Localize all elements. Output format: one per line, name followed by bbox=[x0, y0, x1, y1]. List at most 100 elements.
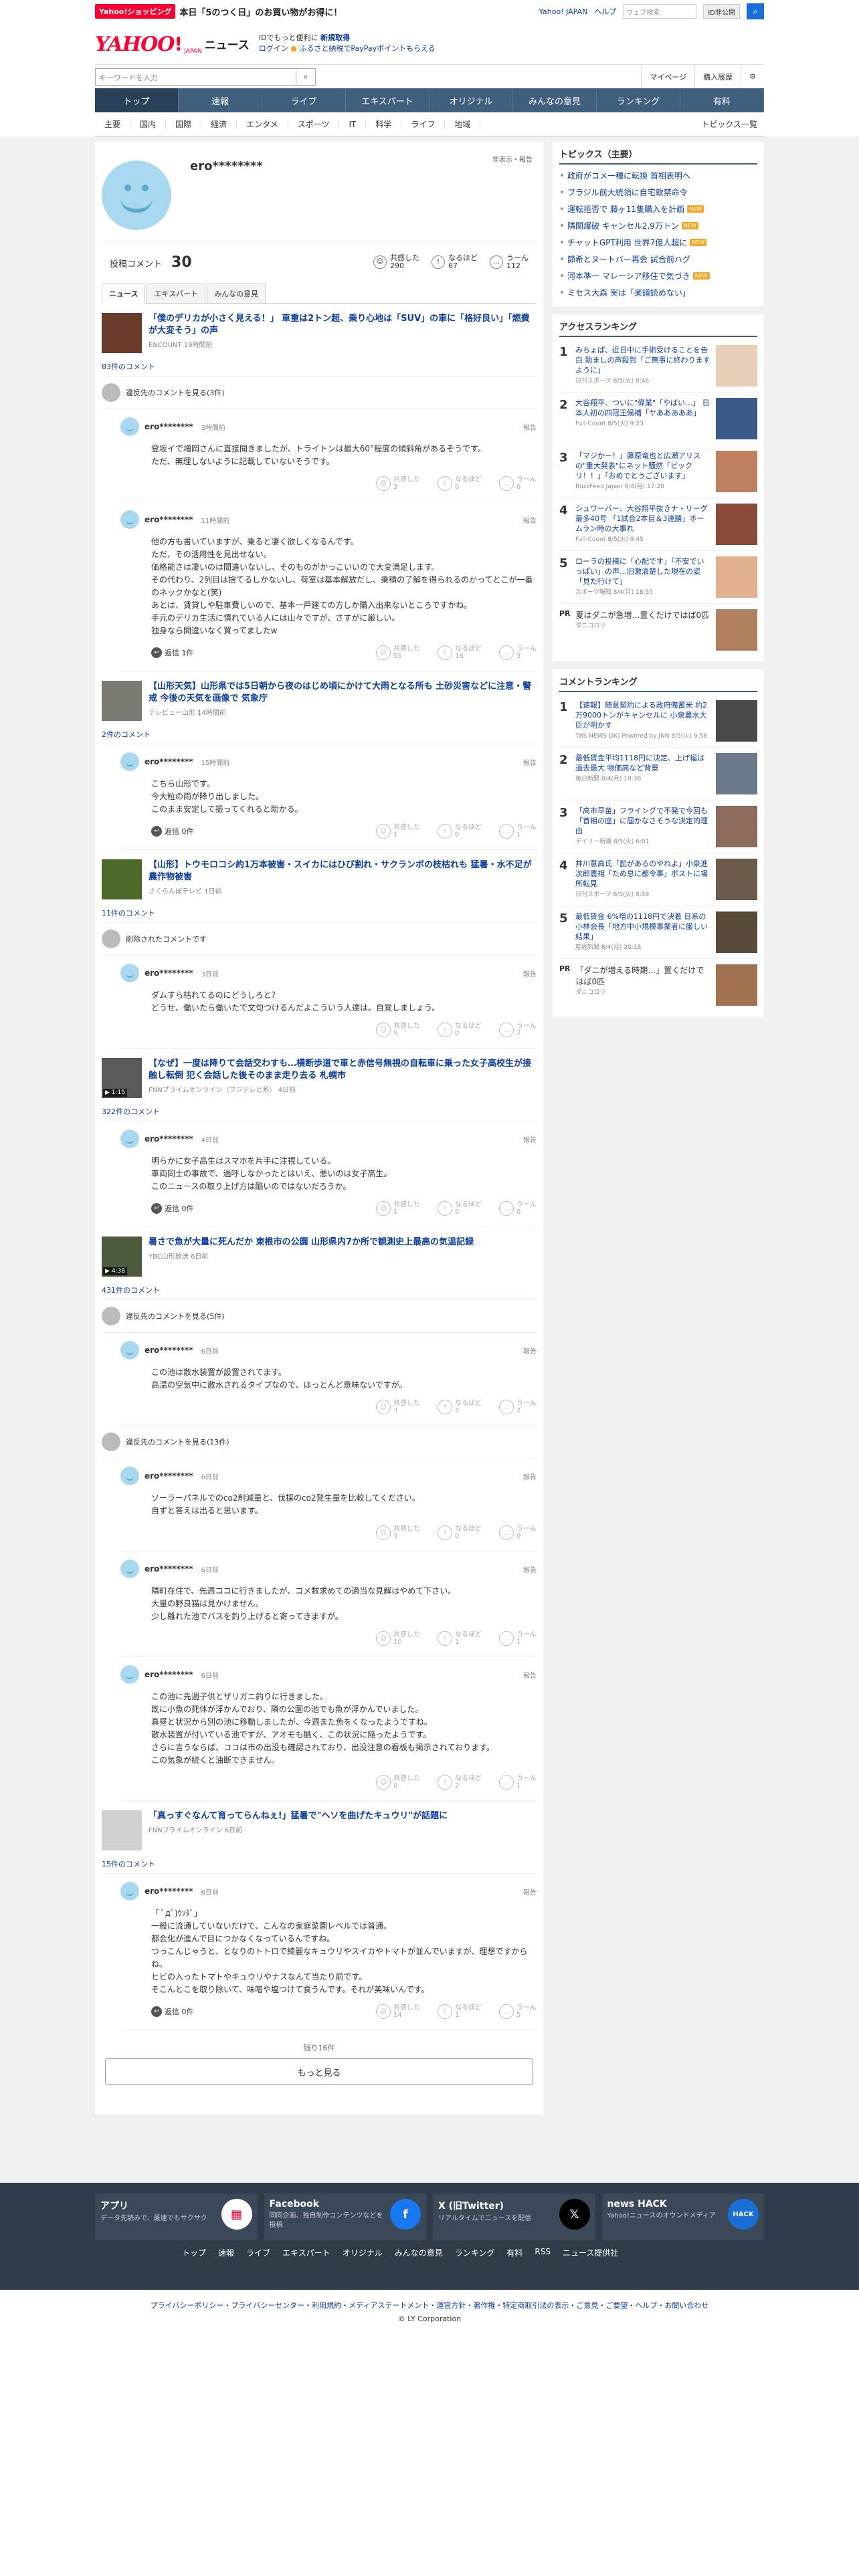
rank-thumbnail[interactable] bbox=[716, 398, 757, 439]
web-search-input[interactable]: ウェブ検索 bbox=[623, 4, 697, 19]
reaction-button-0[interactable]: ☺ 共感した 14 bbox=[376, 2004, 420, 2019]
ranking-item[interactable]: 2 最低賃金平均1118円に決定、上げ幅は過去最大 物価高など背景 毎日新聞 8/4… bbox=[559, 748, 757, 800]
reaction-button-0[interactable]: ☺ 共感した 1 bbox=[376, 1201, 420, 1216]
rank-thumbnail[interactable] bbox=[716, 451, 757, 492]
topic-title[interactable]: 隣関爆破 キャンセル2.9万トン bbox=[567, 220, 679, 231]
nav-item-4[interactable]: オリジナル bbox=[430, 88, 513, 112]
topic-item[interactable]: ブラジル前大統領に自宅軟禁命令 bbox=[559, 184, 757, 201]
rank-title[interactable]: シュワーバー、大谷翔平抜きナ・リーグ最多40号 「1試合2本目＆3連勝」ホームラ… bbox=[575, 504, 710, 534]
report-link[interactable]: 報告 bbox=[523, 1887, 537, 1897]
article-thumbnail[interactable]: ▶ 4:38 bbox=[102, 1237, 142, 1277]
article-thumbnail[interactable] bbox=[102, 681, 142, 721]
rank-title[interactable]: 大谷翔平、ついに"偉業"「やばい…」 日本人初の四冠王候補「ヤあああああ」 bbox=[575, 398, 710, 418]
topic-item[interactable]: 節希とヌートバー再会 試合前ハグ bbox=[559, 251, 757, 267]
report-link[interactable]: 報告 bbox=[523, 1564, 537, 1574]
topic-title[interactable]: 政府がコメ一種に転換 首相表明へ bbox=[567, 170, 690, 181]
nav-item-2[interactable]: ライブ bbox=[262, 88, 346, 112]
reaction-button-2[interactable]: … うーん 1 bbox=[499, 1775, 537, 1790]
subnav-item-3[interactable]: 経済 bbox=[201, 119, 237, 129]
subnav-item-9[interactable]: 地域 bbox=[445, 119, 481, 129]
article-title[interactable]: 【山形天気】山形県では5日朝から夜のはじめ頃にかけて大雨となる所も 土砂災害など… bbox=[149, 681, 537, 705]
rank-title[interactable]: 井川意高氏「髭があるのやれよ」小泉進次郎農相「ため息に都令事」ポストに場所転見 bbox=[575, 859, 710, 889]
article-title[interactable]: 暑さで魚が大量に死んだか 東根市の公園 山形県内7か所で観測史上最高の気温記録 bbox=[149, 1237, 474, 1249]
pr-thumbnail[interactable] bbox=[716, 609, 757, 651]
reaction-button-0[interactable]: ☺ 共感した 3 bbox=[376, 1525, 420, 1540]
article-thumbnail[interactable] bbox=[102, 313, 142, 353]
rank-thumbnail[interactable] bbox=[716, 806, 757, 847]
nav-item-7[interactable]: 有料 bbox=[680, 88, 764, 112]
pr-title[interactable]: 「ダニが増える時期…」置くだけではば0匹 bbox=[576, 964, 710, 987]
nav-item-3[interactable]: エキスパート bbox=[346, 88, 430, 112]
yahoo-news-logo[interactable]: YAHOO! JAPAN ニュース bbox=[95, 33, 250, 55]
reaction-button-1[interactable]: ! なるほど 0 bbox=[438, 1201, 482, 1216]
article-title[interactable]: 「真っすぐなんて育ってらんねぇ!」猛暑で"ヘソを曲げたキュウリ"が話題に bbox=[149, 1810, 448, 1822]
report-link[interactable]: 報告 bbox=[523, 1471, 537, 1481]
article-thumbnail[interactable] bbox=[102, 859, 142, 899]
ranking-item[interactable]: 5 最低賃金 6%増の1118円で決着 日系の小林会長「地方中小規模事業者に厳しい… bbox=[559, 906, 757, 959]
login-link[interactable]: ログイン bbox=[259, 44, 288, 53]
ranking-item[interactable]: 4 井川意高氏「髭があるのやれよ」小泉進次郎農相「ため息に都令事」ポストに場所転見… bbox=[559, 853, 757, 906]
tab-0[interactable]: ニュース bbox=[102, 284, 146, 304]
subnav-item-8[interactable]: ライフ bbox=[401, 119, 446, 129]
footer-nav-5[interactable]: みんなの意見 bbox=[395, 2247, 443, 2258]
reaction-button-0[interactable]: ☺ 共感した 3 bbox=[376, 476, 420, 491]
nav-item-1[interactable]: 速報 bbox=[179, 88, 262, 112]
shopping-badge[interactable]: Yahoo!ショッピング bbox=[95, 4, 176, 19]
report-link[interactable]: 報告 bbox=[523, 968, 537, 978]
rank-thumbnail[interactable] bbox=[716, 504, 757, 545]
reaction-button-1[interactable]: ! なるほど 2 bbox=[438, 1400, 482, 1414]
article-title[interactable]: 【山形】トウモロコシ約1万本被害・スイカにはひび割れ・サクランボの枝枯れも 猛暑… bbox=[149, 859, 537, 883]
rank-thumbnail[interactable] bbox=[716, 859, 757, 900]
footer-nav-9[interactable]: ニュース提供社 bbox=[563, 2247, 618, 2258]
rank-title[interactable]: 最低賃金平均1118円に決定、上げ幅は過去最大 物価高など背景 bbox=[575, 753, 710, 773]
id-toggle[interactable]: ID非公開 bbox=[703, 4, 740, 19]
article-title[interactable]: 「僕のデリカが小さく見える！」 車重は2トン超、乗り心地は「SUV」の車に「格好… bbox=[149, 313, 537, 337]
nav-item-6[interactable]: ランキング bbox=[597, 88, 680, 112]
hidden-comment-note[interactable]: 違反先のコメントを見る(3件) bbox=[102, 377, 537, 409]
topic-item[interactable]: チャットGPT利用 世界7億人超に NEW bbox=[559, 234, 757, 251]
furusato-link[interactable]: ふるさと納税でPayPayポイントもらえる bbox=[299, 44, 435, 53]
promo-text[interactable]: 本日「5のつく日」のお買い物がお得に！ bbox=[179, 5, 342, 18]
tab-2[interactable]: みんなの意見 bbox=[207, 284, 266, 303]
ranking-item[interactable]: 1 みちょぱ、近日中に手術受けることを告白 助ましの声殺到「ご無事に終わりますよう… bbox=[559, 340, 757, 393]
topic-item[interactable]: 河本準一 マレーシア移住で気づき NEW bbox=[559, 267, 757, 284]
hidden-comment-note[interactable]: 違反先のコメントを見る(5件) bbox=[102, 1300, 537, 1333]
reaction-button-1[interactable]: ! なるほど 0 bbox=[438, 1525, 482, 1540]
topic-item[interactable]: 運転拒否で 藤ヶ11隻購入を計画 NEW bbox=[559, 201, 757, 217]
footer-nav-8[interactable]: RSS bbox=[535, 2247, 551, 2258]
footer-app-1[interactable]: Facebook 同同企画、独自制作コンテンツなどを投稿 f bbox=[264, 2193, 426, 2240]
signup-link[interactable]: 新規取得 bbox=[320, 33, 350, 42]
subnav-item-4[interactable]: エンタメ bbox=[237, 119, 288, 129]
ranking-item[interactable]: 3 「マジかー！」藤原竜也と広瀬アリスの"重大発表"にネット騒然「ビックリ！！」「… bbox=[559, 445, 757, 498]
rank-thumbnail[interactable] bbox=[716, 911, 757, 953]
footer-app-0[interactable]: アプリ データ先読みで、最速でもサクサク ▦ bbox=[95, 2193, 258, 2240]
reaction-button-0[interactable]: ☺ 共感した 10 bbox=[376, 1631, 420, 1646]
help-link[interactable]: ヘルプ bbox=[594, 6, 616, 17]
topics-list-link[interactable]: トピックス一覧 bbox=[701, 118, 764, 130]
reaction-button-1[interactable]: ! なるほど 1 bbox=[438, 1631, 482, 1646]
article-thumbnail[interactable] bbox=[102, 1810, 142, 1850]
reply-link[interactable]: ↩ 返信 0件 bbox=[151, 2006, 194, 2017]
comment-count-link[interactable]: 431件のコメント bbox=[102, 1281, 537, 1300]
topic-title[interactable]: 運転拒否で 藤ヶ11隻購入を計画 bbox=[567, 203, 684, 215]
history-link[interactable]: 購入履歴 bbox=[694, 64, 741, 89]
mypage-link[interactable]: マイページ bbox=[641, 64, 694, 89]
subnav-item-1[interactable]: 国内 bbox=[130, 119, 167, 129]
yahoo-japan-link[interactable]: Yahoo! JAPAN bbox=[539, 7, 588, 16]
report-link[interactable]: 報告 bbox=[523, 1134, 537, 1144]
rank-title[interactable]: 「マジかー！」藤原竜也と広瀬アリスの"重大発表"にネット騒然「ビックリ！！」「お… bbox=[575, 451, 710, 481]
rank-thumbnail[interactable] bbox=[716, 700, 757, 742]
keyword-input[interactable]: キーワードを入力 bbox=[95, 68, 296, 86]
reaction-button-0[interactable]: ☺ 共感した 0 bbox=[376, 1775, 420, 1790]
rank-title[interactable]: 「高市早苗」フライングで不発で今回も「首相の座」に届かなさそうな決定的理由 bbox=[575, 806, 710, 836]
reaction-button-0[interactable]: ☺ 共感した 55 bbox=[376, 645, 420, 660]
footer-nav-6[interactable]: ランキング bbox=[455, 2247, 495, 2258]
reaction-button-2[interactable]: … うーん 1 bbox=[499, 1631, 537, 1646]
reaction-button-2[interactable]: … うーん 5 bbox=[499, 2004, 537, 2019]
reaction-button-0[interactable]: ☺ 共感した 1 bbox=[376, 824, 420, 839]
hidden-comment-note[interactable]: 削除されたコメントです bbox=[102, 923, 537, 956]
hide-report-link[interactable]: 非表示・報告 bbox=[492, 154, 533, 164]
footer-nav-1[interactable]: 速報 bbox=[218, 2247, 234, 2258]
ranking-item[interactable]: 4 シュワーバー、大谷翔平抜きナ・リーグ最多40号 「1試合2本目＆3連勝」ホーム… bbox=[559, 498, 757, 551]
reply-link[interactable]: ↩ 返信 0件 bbox=[151, 1203, 194, 1214]
